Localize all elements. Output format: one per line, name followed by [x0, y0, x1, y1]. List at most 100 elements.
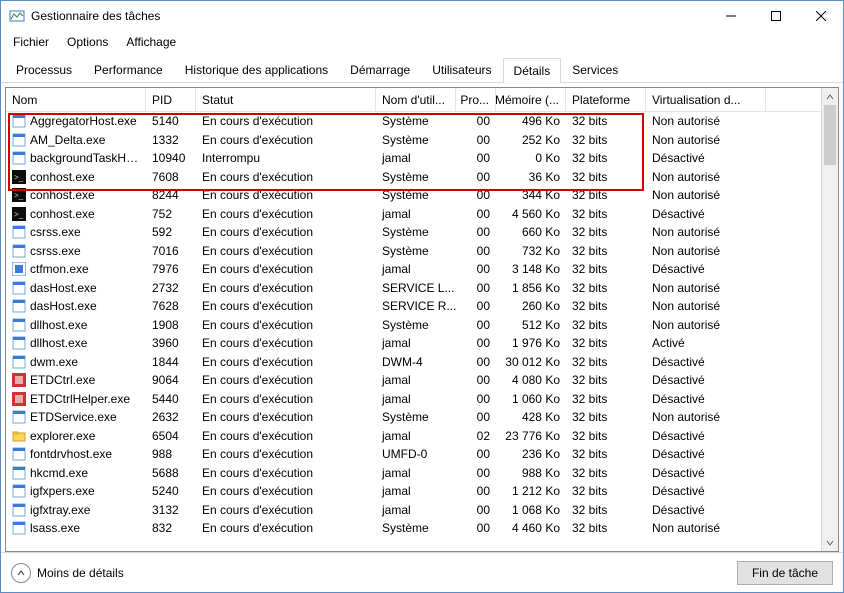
menu-view[interactable]: Affichage — [118, 33, 184, 51]
process-icon — [12, 410, 26, 424]
table-row[interactable]: >_conhost.exe7608En cours d'exécutionSys… — [6, 168, 821, 187]
table-row[interactable]: AggregatorHost.exe5140En cours d'exécuti… — [6, 112, 821, 131]
cell-virtualization: Non autorisé — [646, 408, 766, 427]
cell-pid: 1908 — [146, 316, 196, 335]
cell-user: Système — [376, 131, 456, 150]
cell-pro: 00 — [456, 279, 496, 298]
cell-user: jamal — [376, 482, 456, 501]
cell-user: Système — [376, 316, 456, 335]
tab-services[interactable]: Services — [561, 57, 629, 82]
table-row[interactable]: dwm.exe1844En cours d'exécutionDWM-40030… — [6, 353, 821, 372]
cell-virtualization: Désactivé — [646, 205, 766, 224]
fewer-details-button[interactable]: Moins de détails — [11, 563, 124, 583]
scroll-down-icon[interactable] — [822, 534, 838, 551]
cell-memory: 1 212 Ko — [496, 482, 566, 501]
cell-virtualization: Désactivé — [646, 371, 766, 390]
cell-pro: 00 — [456, 149, 496, 168]
table-row[interactable]: >_conhost.exe752En cours d'exécutionjama… — [6, 205, 821, 224]
tab-performance[interactable]: Performance — [83, 57, 174, 82]
tab-processes[interactable]: Processus — [5, 57, 83, 82]
cell-status: En cours d'exécution — [196, 131, 376, 150]
col-pid[interactable]: PID — [146, 88, 196, 111]
process-icon — [12, 447, 26, 461]
table-row[interactable]: >_conhost.exe8244En cours d'exécutionSys… — [6, 186, 821, 205]
cell-user: Système — [376, 112, 456, 131]
table-row[interactable]: lsass.exe832En cours d'exécutionSystème0… — [6, 519, 821, 538]
tab-startup[interactable]: Démarrage — [339, 57, 421, 82]
col-virtualization[interactable]: Virtualisation d... — [646, 88, 766, 111]
tab-users[interactable]: Utilisateurs — [421, 57, 502, 82]
scroll-up-icon[interactable] — [822, 88, 838, 105]
process-name: dasHost.exe — [30, 299, 97, 313]
process-icon — [12, 466, 26, 480]
cell-memory: 1 856 Ko — [496, 279, 566, 298]
cell-status: En cours d'exécution — [196, 390, 376, 409]
table-row[interactable]: hkcmd.exe5688En cours d'exécutionjamal00… — [6, 464, 821, 483]
cell-platform: 32 bits — [566, 353, 646, 372]
process-name: AggregatorHost.exe — [30, 114, 137, 128]
process-name: dasHost.exe — [30, 281, 97, 295]
cell-platform: 32 bits — [566, 260, 646, 279]
col-memory[interactable]: Mémoire (... — [496, 88, 566, 111]
process-name: conhost.exe — [30, 188, 95, 202]
process-name: hkcmd.exe — [30, 466, 88, 480]
cell-user: SERVICE R... — [376, 297, 456, 316]
scroll-thumb[interactable] — [824, 105, 836, 165]
table-row[interactable]: explorer.exe6504En cours d'exécutionjama… — [6, 427, 821, 446]
end-task-button[interactable]: Fin de tâche — [737, 561, 833, 585]
table-row[interactable]: dasHost.exe7628En cours d'exécutionSERVI… — [6, 297, 821, 316]
table-row[interactable]: ETDService.exe2632En cours d'exécutionSy… — [6, 408, 821, 427]
fewer-details-label: Moins de détails — [37, 566, 124, 580]
table-row[interactable]: AM_Delta.exe1332En cours d'exécutionSyst… — [6, 131, 821, 150]
cell-pid: 9064 — [146, 371, 196, 390]
minimize-button[interactable] — [708, 1, 753, 31]
table-row[interactable]: dllhost.exe1908En cours d'exécutionSystè… — [6, 316, 821, 335]
table-row[interactable]: csrss.exe592En cours d'exécutionSystème0… — [6, 223, 821, 242]
cell-status: En cours d'exécution — [196, 279, 376, 298]
cell-platform: 32 bits — [566, 279, 646, 298]
maximize-button[interactable] — [753, 1, 798, 31]
col-name[interactable]: Nom — [6, 88, 146, 111]
cell-user: jamal — [376, 464, 456, 483]
col-status[interactable]: Statut — [196, 88, 376, 111]
table-row[interactable]: igfxpers.exe5240En cours d'exécutionjama… — [6, 482, 821, 501]
process-icon — [12, 114, 26, 128]
process-name: conhost.exe — [30, 170, 95, 184]
table-row[interactable]: backgroundTaskHos...10940Interrompujamal… — [6, 149, 821, 168]
cell-pro: 00 — [456, 353, 496, 372]
tab-history[interactable]: Historique des applications — [174, 57, 339, 82]
menu-options[interactable]: Options — [59, 33, 116, 51]
table-row[interactable]: dllhost.exe3960En cours d'exécutionjamal… — [6, 334, 821, 353]
cell-platform: 32 bits — [566, 445, 646, 464]
close-button[interactable] — [798, 1, 843, 31]
col-platform[interactable]: Plateforme — [566, 88, 646, 111]
cell-pid: 7016 — [146, 242, 196, 261]
table-row[interactable]: ETDCtrlHelper.exe5440En cours d'exécutio… — [6, 390, 821, 409]
cell-user: Système — [376, 223, 456, 242]
table-row[interactable]: csrss.exe7016En cours d'exécutionSystème… — [6, 242, 821, 261]
table-row[interactable]: dasHost.exe2732En cours d'exécutionSERVI… — [6, 279, 821, 298]
table-row[interactable]: fontdrvhost.exe988En cours d'exécutionUM… — [6, 445, 821, 464]
cell-platform: 32 bits — [566, 390, 646, 409]
cell-virtualization: Désactivé — [646, 149, 766, 168]
cell-platform: 32 bits — [566, 408, 646, 427]
process-name: fontdrvhost.exe — [30, 447, 112, 461]
col-pro[interactable]: Pro... — [456, 88, 496, 111]
table-row[interactable]: ETDCtrl.exe9064En cours d'exécutionjamal… — [6, 371, 821, 390]
cell-platform: 32 bits — [566, 186, 646, 205]
cell-virtualization: Non autorisé — [646, 519, 766, 538]
tab-details[interactable]: Détails — [503, 58, 562, 83]
cell-platform: 32 bits — [566, 501, 646, 520]
window-buttons — [708, 1, 843, 31]
cell-virtualization: Non autorisé — [646, 242, 766, 261]
col-user[interactable]: Nom d'util... — [376, 88, 456, 111]
cell-memory: 3 148 Ko — [496, 260, 566, 279]
cell-memory: 732 Ko — [496, 242, 566, 261]
vertical-scrollbar[interactable] — [821, 88, 838, 551]
menu-file[interactable]: Fichier — [5, 33, 57, 51]
table-row[interactable]: igfxtray.exe3132En cours d'exécutionjama… — [6, 501, 821, 520]
table-row[interactable]: ctfmon.exe7976En cours d'exécutionjamal0… — [6, 260, 821, 279]
cell-status: En cours d'exécution — [196, 482, 376, 501]
cell-status: En cours d'exécution — [196, 223, 376, 242]
task-manager-window: Gestionnaire des tâches Fichier Options … — [0, 0, 844, 593]
